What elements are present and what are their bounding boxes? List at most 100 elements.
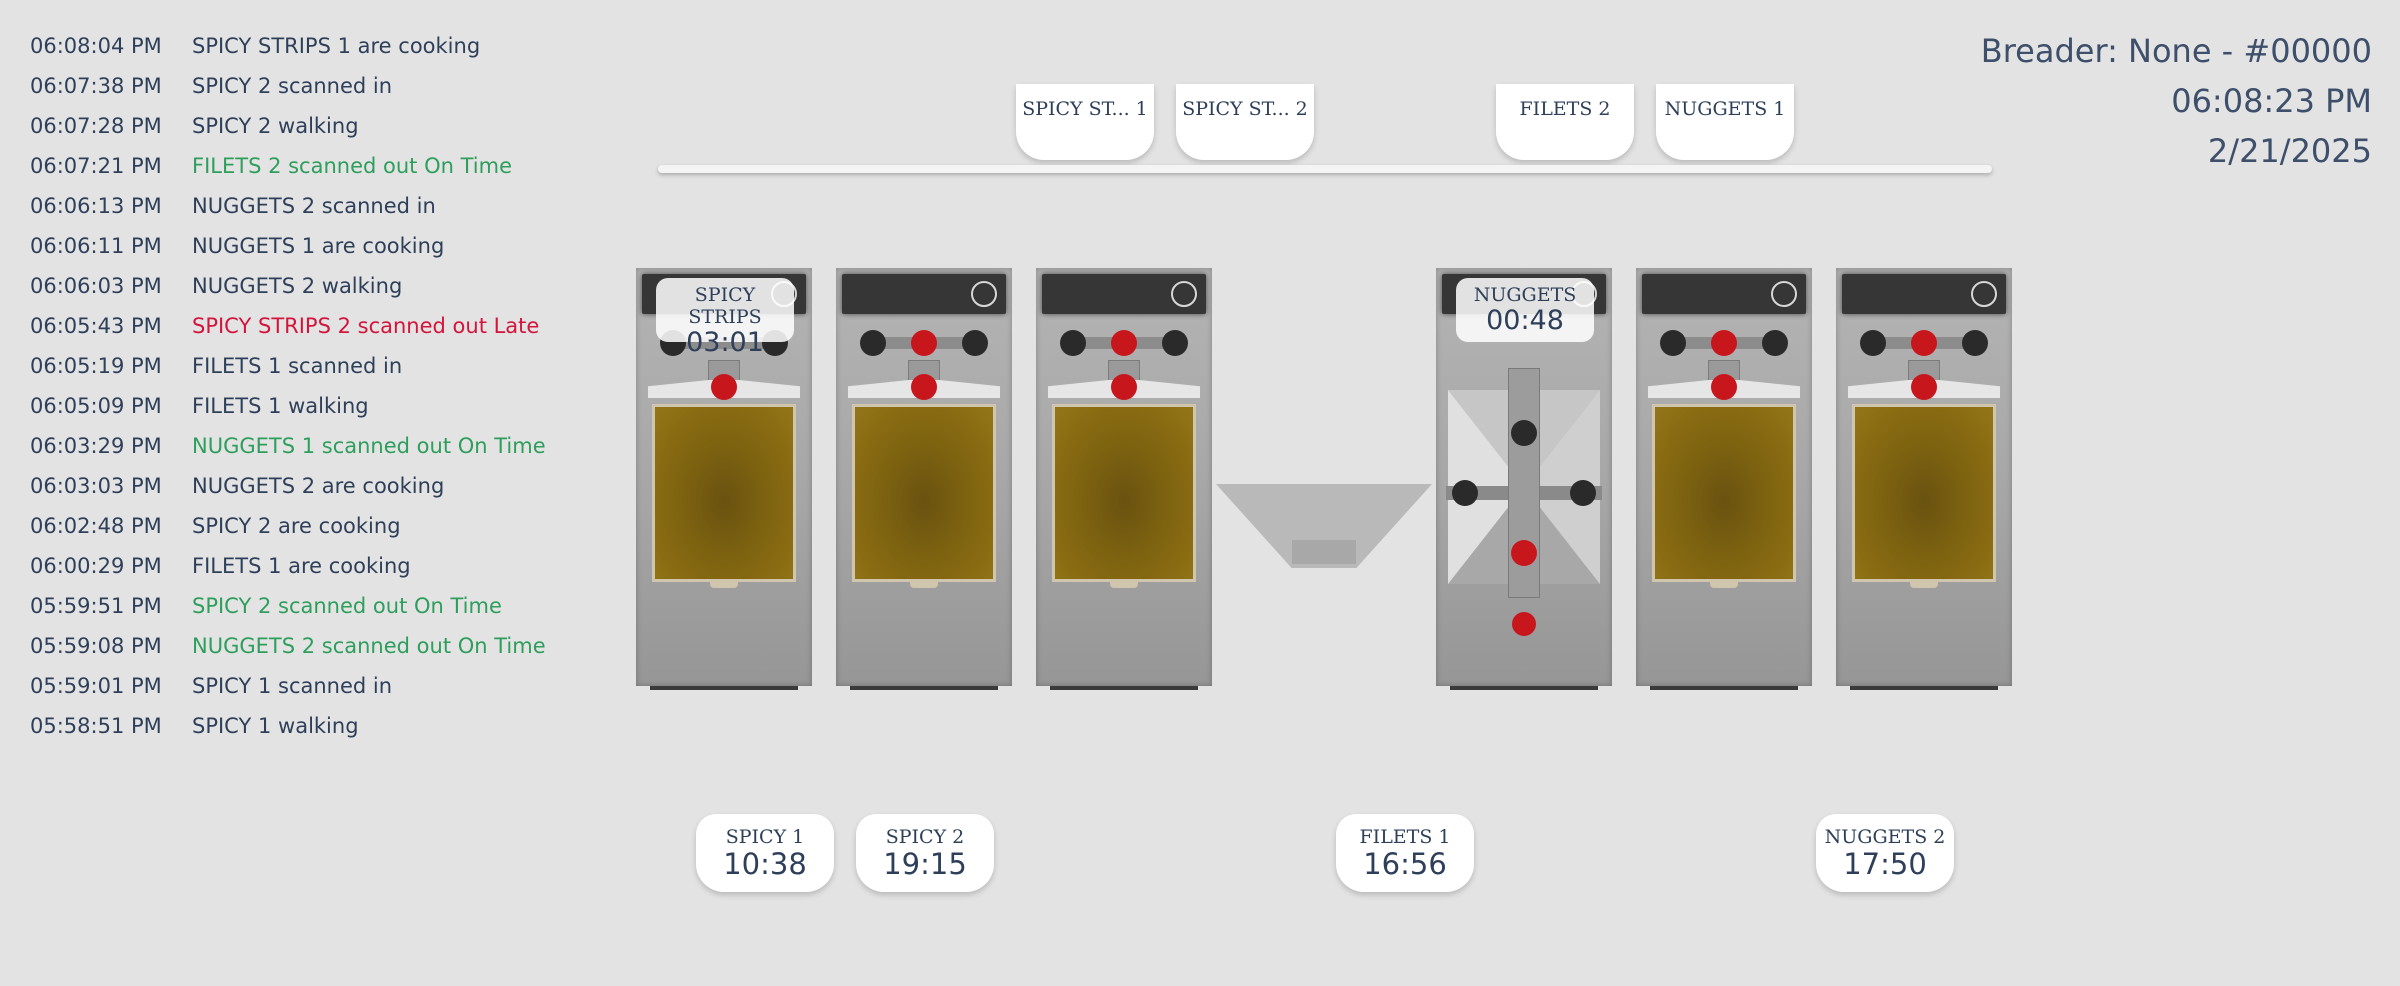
log-message: NUGGETS 2 scanned out On Time	[192, 634, 546, 658]
basket-handle	[910, 582, 938, 588]
holding-product: NUGGETS 2	[1824, 826, 1946, 848]
log-entry: 05:59:08 PM NUGGETS 2 scanned out On Time	[30, 626, 546, 666]
fry-basket	[1652, 404, 1796, 582]
fryer-timer: SPICY STRIPS 03:01	[656, 278, 794, 358]
log-message: SPICY 2 walking	[192, 114, 359, 138]
knob-icon	[1111, 330, 1137, 356]
queue-rail	[658, 165, 1992, 173]
log-message: NUGGETS 1 scanned out On Time	[192, 434, 546, 458]
holding-card[interactable]: FILETS 1 16:56	[1336, 814, 1474, 892]
log-time: 06:03:29 PM	[30, 434, 162, 458]
holding-product: SPICY 2	[885, 826, 965, 848]
log-message: NUGGETS 1 are cooking	[192, 234, 445, 258]
log-entry: 05:59:01 PM SPICY 1 scanned in	[30, 666, 546, 706]
log-time: 06:05:09 PM	[30, 394, 162, 418]
log-time: 06:05:43 PM	[30, 314, 162, 338]
lift-button-icon	[1111, 374, 1137, 400]
activity-log: 06:08:04 PM SPICY STRIPS 1 are cooking 06…	[30, 26, 546, 746]
log-time: 06:07:21 PM	[30, 154, 162, 178]
log-message: FILETS 2 scanned out On Time	[192, 154, 512, 178]
log-time: 06:07:38 PM	[30, 74, 162, 98]
fry-basket	[1852, 404, 1996, 582]
fry-basket	[1052, 404, 1196, 582]
knob-icon	[1511, 420, 1537, 446]
fryer-3[interactable]	[1036, 268, 1212, 690]
holding-card[interactable]: NUGGETS 2 17:50	[1816, 814, 1954, 892]
fryer-control-panel	[1042, 274, 1206, 314]
fryer-timer-product: NUGGETS	[1473, 284, 1577, 306]
log-time: 06:06:11 PM	[30, 234, 162, 258]
log-entry: 06:07:28 PM SPICY 2 walking	[30, 106, 546, 146]
log-time: 06:03:03 PM	[30, 474, 162, 498]
fry-basket	[852, 404, 996, 582]
log-time: 06:05:19 PM	[30, 354, 162, 378]
basket-handle	[1710, 582, 1738, 588]
log-entry: 06:00:29 PM FILETS 1 are cooking	[30, 546, 546, 586]
queue-card[interactable]: SPICY ST... 2	[1176, 84, 1314, 160]
knob-icon	[1762, 330, 1788, 356]
fryer-control-panel	[842, 274, 1006, 314]
log-time: 05:59:08 PM	[30, 634, 162, 658]
knob-icon	[1511, 540, 1537, 566]
fryer-timer: NUGGETS 00:48	[1456, 278, 1594, 342]
knob-icon	[1660, 330, 1686, 356]
fryer-2[interactable]	[836, 268, 1012, 690]
log-message: SPICY 2 scanned in	[192, 74, 393, 98]
basket-handle	[710, 582, 738, 588]
pressure-fryer[interactable]: NUGGETS 00:48	[1436, 268, 1612, 690]
queue-card[interactable]: NUGGETS 1	[1656, 84, 1794, 160]
knob-icon	[1962, 330, 1988, 356]
log-entry: 06:03:29 PM NUGGETS 1 scanned out On Time	[30, 426, 546, 466]
log-entry: 06:07:38 PM SPICY 2 scanned in	[30, 66, 546, 106]
fryer-1[interactable]: SPICY STRIPS 03:01	[636, 268, 812, 690]
log-entry: 06:07:21 PM FILETS 2 scanned out On Time	[30, 146, 546, 186]
fryer-timer-time: 00:48	[1486, 305, 1564, 336]
queue-card[interactable]: SPICY ST... 1	[1016, 84, 1154, 160]
knob-icon	[911, 330, 937, 356]
holding-product: FILETS 1	[1359, 826, 1451, 848]
log-entry: 06:06:13 PM NUGGETS 2 scanned in	[30, 186, 546, 226]
breader-label: Breader: None - #00000	[1980, 32, 2372, 70]
holding-product: SPICY 1	[725, 826, 805, 848]
fryer-control-panel	[1842, 274, 2006, 314]
log-time: 05:59:01 PM	[30, 674, 162, 698]
log-entry: 06:05:43 PM SPICY STRIPS 2 scanned out La…	[30, 306, 546, 346]
log-message: SPICY 1 scanned in	[192, 674, 393, 698]
dial-icon	[1771, 281, 1797, 307]
log-entry: 06:03:03 PM NUGGETS 2 are cooking	[30, 466, 546, 506]
lift-button-icon	[1711, 374, 1737, 400]
log-message: NUGGETS 2 walking	[192, 274, 403, 298]
fry-basket	[652, 404, 796, 582]
log-message: SPICY 2 scanned out On Time	[192, 594, 502, 618]
holding-time: 19:15	[883, 847, 967, 881]
log-entry: 05:59:51 PM SPICY 2 scanned out On Time	[30, 586, 546, 626]
log-message: FILETS 1 scanned in	[192, 354, 403, 378]
basket-handle	[1110, 582, 1138, 588]
knob-icon	[1860, 330, 1886, 356]
knob-icon	[1162, 330, 1188, 356]
log-entry: 06:06:11 PM NUGGETS 1 are cooking	[30, 226, 546, 266]
dial-icon	[1971, 281, 1997, 307]
lift-button-icon	[1911, 374, 1937, 400]
fryer-6[interactable]	[1836, 268, 2012, 690]
log-time: 06:06:13 PM	[30, 194, 162, 218]
log-message: SPICY STRIPS 2 scanned out Late	[192, 314, 540, 338]
holding-card[interactable]: SPICY 1 10:38	[696, 814, 834, 892]
holding-card[interactable]: SPICY 2 19:15	[856, 814, 994, 892]
log-time: 06:08:04 PM	[30, 34, 162, 58]
fryer-5[interactable]	[1636, 268, 1812, 690]
queue-card[interactable]: FILETS 2	[1496, 84, 1634, 160]
log-time: 06:00:29 PM	[30, 554, 162, 578]
current-date: 2/21/2025	[2207, 132, 2372, 170]
knob-icon	[1452, 480, 1478, 506]
log-message: FILETS 1 walking	[192, 394, 369, 418]
holding-time: 17:50	[1843, 847, 1927, 881]
log-message: NUGGETS 2 are cooking	[192, 474, 445, 498]
fryer-timer-time: 03:01	[686, 327, 764, 358]
log-time: 06:02:48 PM	[30, 514, 162, 538]
log-message: NUGGETS 2 scanned in	[192, 194, 436, 218]
basket-handle	[1910, 582, 1938, 588]
log-message: FILETS 1 are cooking	[192, 554, 411, 578]
lift-button-icon	[911, 374, 937, 400]
log-time: 05:58:51 PM	[30, 714, 162, 738]
